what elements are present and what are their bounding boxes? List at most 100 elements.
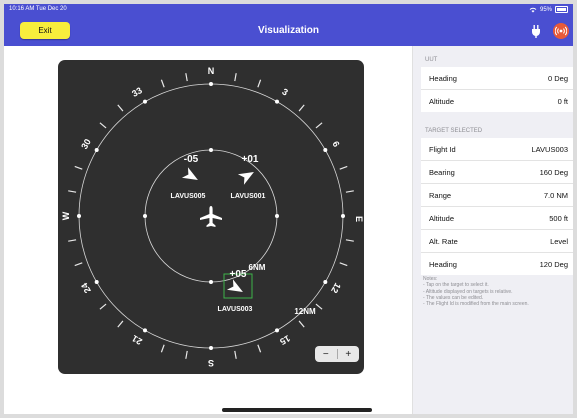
row-value[interactable]: 0 Deg: [548, 74, 568, 83]
ring-marker: [275, 328, 279, 333]
compass-tick: [339, 165, 348, 170]
target-flight-id: LAVUS001: [231, 193, 266, 200]
target-relative-altitude: +05: [230, 269, 247, 280]
traffic-target[interactable]: +01 LAVUS001: [231, 154, 266, 200]
compass-tick: [185, 73, 188, 82]
compass-tick: [99, 122, 107, 129]
compass-tick: [117, 320, 124, 328]
row-label: Flight Id: [429, 144, 456, 154]
row-label: Altitude: [429, 213, 455, 223]
compass-label-s: S: [208, 358, 214, 368]
compass-tick: [345, 239, 354, 242]
compass-tick: [74, 165, 83, 170]
target-relative-altitude: +01: [242, 154, 259, 165]
row-value[interactable]: 160 Deg: [540, 168, 568, 177]
target-group: Flight Id LAVUS003 Bearing 160 Deg Range…: [421, 138, 573, 275]
compass-tick: [339, 262, 348, 267]
notes-block: Notes: - Tap on the target to select it.…: [423, 276, 529, 307]
row-value[interactable]: Level: [550, 237, 568, 246]
broadcast-icon: [555, 26, 567, 36]
uut-group: Heading 0 Deg Altitude 0 ft: [421, 67, 573, 112]
compass-tick: [234, 73, 237, 82]
compass-tick: [234, 350, 237, 359]
compass-tick: [298, 320, 305, 328]
compass-tick: [99, 303, 107, 310]
compass-label-n: N: [208, 66, 215, 76]
battery-icon: [555, 6, 568, 13]
ring-marker: [77, 214, 81, 218]
compass-label-12: 12: [329, 281, 343, 295]
uut-altitude-row[interactable]: Altitude 0 ft: [421, 90, 573, 112]
target-range-row[interactable]: Range 7.0 NM: [421, 184, 573, 207]
compass-tick: [345, 190, 354, 193]
compass-label-21: 21: [130, 333, 144, 347]
target-altitude-row[interactable]: Altitude 500 ft: [421, 207, 573, 230]
compass-tick: [185, 350, 188, 359]
compass-tick: [68, 190, 77, 193]
ring-marker: [143, 214, 147, 218]
target-bearing-row[interactable]: Bearing 160 Deg: [421, 161, 573, 184]
compass-tick: [74, 262, 83, 267]
compass-tick: [257, 79, 262, 88]
traffic-target[interactable]: -05 LAVUS005: [171, 154, 206, 200]
row-value[interactable]: 7.0 NM: [544, 191, 568, 200]
page-title: Visualization: [258, 25, 319, 36]
row-label: Altitude: [429, 96, 455, 106]
ring-marker: [209, 148, 213, 152]
row-value[interactable]: LAVUS003: [531, 145, 568, 154]
inner-range-label: 6NM: [249, 263, 266, 272]
compass-label-w: W: [61, 211, 71, 220]
traffic-arrow-icon: [181, 167, 198, 180]
ring-marker: [275, 214, 279, 218]
target-alt-rate-row[interactable]: Alt. Rate Level: [421, 230, 573, 253]
traffic-arrow-icon: [237, 172, 254, 185]
compass-label-e: E: [354, 216, 364, 222]
compass-tick: [298, 104, 305, 112]
compass-tick: [315, 122, 323, 129]
home-indicator[interactable]: [222, 408, 372, 412]
target-heading-row[interactable]: Heading 120 Deg: [421, 253, 573, 275]
transmit-alert-button[interactable]: [553, 23, 569, 39]
zoom-in-button[interactable]: +: [338, 346, 360, 362]
navigation-bar: Exit Visualization: [4, 16, 573, 46]
traffic-target-selected[interactable]: +05 LAVUS003: [218, 269, 253, 313]
outer-range-label: 12NM: [294, 307, 316, 316]
uut-heading-row[interactable]: Heading 0 Deg: [421, 67, 573, 90]
status-right: 95%: [529, 6, 568, 13]
row-label: Heading: [429, 259, 457, 269]
wifi-icon: [529, 7, 537, 12]
radar-area: N E S W 3 6 12 15 21 24 30 33 6NM 12NM -…: [4, 46, 412, 414]
row-label: Bearing: [429, 167, 455, 177]
target-relative-altitude: -05: [184, 154, 199, 165]
battery-percent: 95%: [539, 6, 552, 13]
ring-marker: [323, 148, 328, 152]
row-value[interactable]: 500 ft: [549, 214, 568, 223]
note-line: - The Flight Id is modified from the mai…: [423, 301, 529, 308]
details-sidebar: UUT Heading 0 Deg Altitude 0 ft TARGET S…: [412, 46, 573, 414]
ring-marker: [209, 280, 213, 284]
traffic-radar-display[interactable]: N E S W 3 6 12 15 21 24 30 33 6NM 12NM -…: [58, 60, 364, 374]
ring-marker: [143, 328, 147, 333]
compass-label-15: 15: [278, 333, 292, 347]
row-value[interactable]: 120 Deg: [540, 260, 568, 269]
zoom-out-button[interactable]: −: [315, 346, 337, 362]
compass-tick: [68, 239, 77, 242]
ring-marker: [275, 99, 279, 104]
ring-marker: [94, 148, 99, 152]
row-value[interactable]: 0 ft: [558, 97, 568, 106]
ring-marker: [143, 99, 147, 104]
zoom-control: − +: [315, 346, 359, 362]
compass-tick: [160, 79, 165, 88]
target-flight-id-row[interactable]: Flight Id LAVUS003: [421, 138, 573, 161]
row-label: Heading: [429, 73, 457, 83]
compass-label-3: 3: [280, 86, 289, 97]
ring-marker: [341, 214, 345, 218]
ipad-screen: 10:16 AM Tue Dec 20 95% Exit Visualizati…: [4, 4, 573, 414]
target-section-header: TARGET SELECTED: [425, 128, 483, 134]
target-flight-id: LAVUS005: [171, 193, 206, 200]
row-label: Alt. Rate: [429, 236, 458, 246]
ring-marker: [323, 280, 328, 284]
compass-tick: [117, 104, 124, 112]
status-bar: 10:16 AM Tue Dec 20 95%: [4, 4, 573, 16]
plug-icon[interactable]: [531, 25, 541, 38]
